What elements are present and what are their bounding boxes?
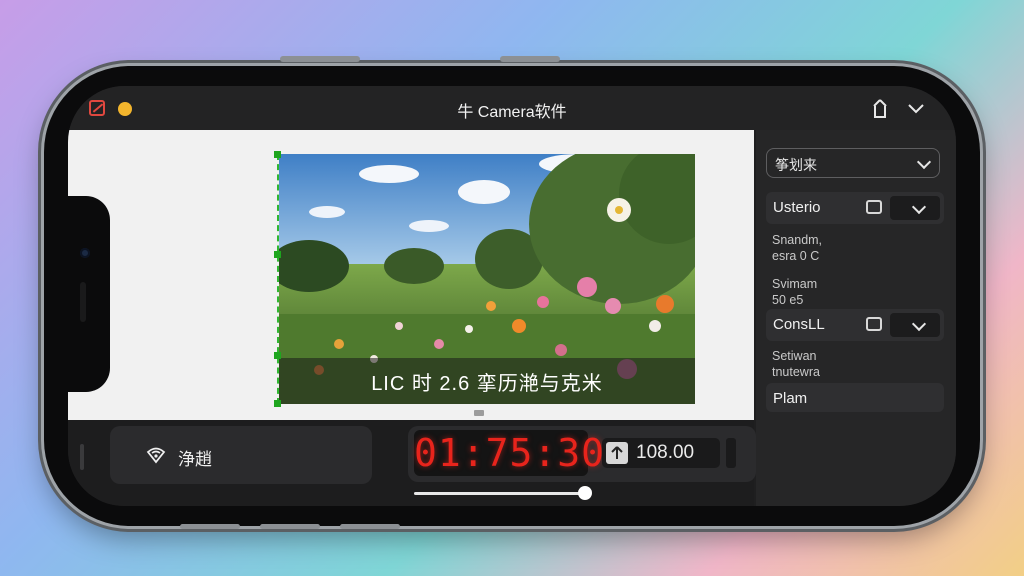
mode-button[interactable]: 浄趙 xyxy=(110,426,372,484)
volume-button xyxy=(280,56,360,62)
front-camera-icon xyxy=(80,248,90,258)
zoom-side-handle[interactable] xyxy=(726,438,736,468)
stat-line: Snandm, xyxy=(772,233,823,247)
stat-block: Snandm, esra 0 C xyxy=(772,232,822,264)
chevron-down-icon xyxy=(911,199,927,215)
stat-line: Setiwan xyxy=(772,349,817,363)
phone-screen: 牛 Camera软件 LIC 时 2.6 挛历滟与克米 筝划来 Usterio … xyxy=(68,86,956,506)
camera-notch xyxy=(68,196,110,392)
chevron-down-icon xyxy=(916,154,932,170)
stat-block: Svimam 50 e5 xyxy=(772,276,817,308)
setting-row-label: ConsLL xyxy=(773,316,825,333)
chevron-down-icon[interactable] xyxy=(903,96,929,122)
zoom-field[interactable]: 108.00 xyxy=(602,438,720,468)
plain-option-label: Plam xyxy=(773,390,808,407)
setting-row-consll[interactable]: ConsLL xyxy=(766,309,944,341)
upload-icon[interactable] xyxy=(606,442,628,464)
frame-icon[interactable] xyxy=(866,200,882,214)
setting-row-label: Usterio xyxy=(773,199,821,216)
stat-block: Setiwan tnutewra xyxy=(772,348,820,380)
stat-line: tnutewra xyxy=(772,365,820,379)
zoom-value: 108.00 xyxy=(636,442,695,463)
preset-dropdown[interactable]: 筝划来 xyxy=(766,148,940,178)
selection-handle[interactable] xyxy=(274,400,281,407)
frame-icon[interactable] xyxy=(866,317,882,331)
stat-line: 50 e5 xyxy=(772,293,804,307)
slider-knob[interactable] xyxy=(578,486,592,500)
selection-handle[interactable] xyxy=(274,352,281,359)
side-button-bottom-1 xyxy=(180,524,240,529)
camera-preview-image[interactable]: LIC 时 2.6 挛历滟与克米 xyxy=(277,154,695,404)
selection-handle[interactable] xyxy=(274,151,281,158)
share-icon[interactable] xyxy=(867,96,893,122)
setting-select[interactable] xyxy=(890,196,940,220)
mode-label: 浄趙 xyxy=(178,450,212,469)
preview-canvas[interactable]: LIC 时 2.6 挛历滟与克米 xyxy=(68,130,754,420)
drag-handle[interactable] xyxy=(80,444,84,470)
setting-select[interactable] xyxy=(890,313,940,337)
timeline-slider[interactable] xyxy=(414,492,586,495)
timer-panel: 01:75:30 108.00 xyxy=(408,426,756,482)
app-title: 牛 Camera软件 xyxy=(457,104,567,121)
wifi-shield-icon xyxy=(146,447,166,464)
stat-line: Svimam xyxy=(772,277,818,291)
canvas-resize-handle[interactable] xyxy=(474,410,484,416)
settings-sidebar: 筝划来 Usterio Snandm, esra 0 C Svimam 50 e… xyxy=(756,130,956,506)
chevron-down-icon xyxy=(911,316,927,332)
preview-caption: LIC 时 2.6 挛历滟与克米 xyxy=(279,358,695,404)
setting-row-usterio[interactable]: Usterio xyxy=(766,192,944,224)
side-button-bottom-2 xyxy=(260,524,320,529)
top-bar: 牛 Camera软件 xyxy=(68,86,956,130)
bottom-controls: 浄趙 01:75:30 108.00 xyxy=(68,420,756,506)
speaker-grille xyxy=(80,282,86,322)
plain-option[interactable]: Plam xyxy=(766,383,944,412)
selection-handle[interactable] xyxy=(274,251,281,258)
power-button xyxy=(500,56,560,62)
stat-line: esra 0 C xyxy=(772,249,820,263)
recording-timer: 01:75:30 xyxy=(414,430,606,476)
preset-dropdown-label: 筝划来 xyxy=(775,157,817,173)
side-button-bottom-3 xyxy=(340,524,400,529)
